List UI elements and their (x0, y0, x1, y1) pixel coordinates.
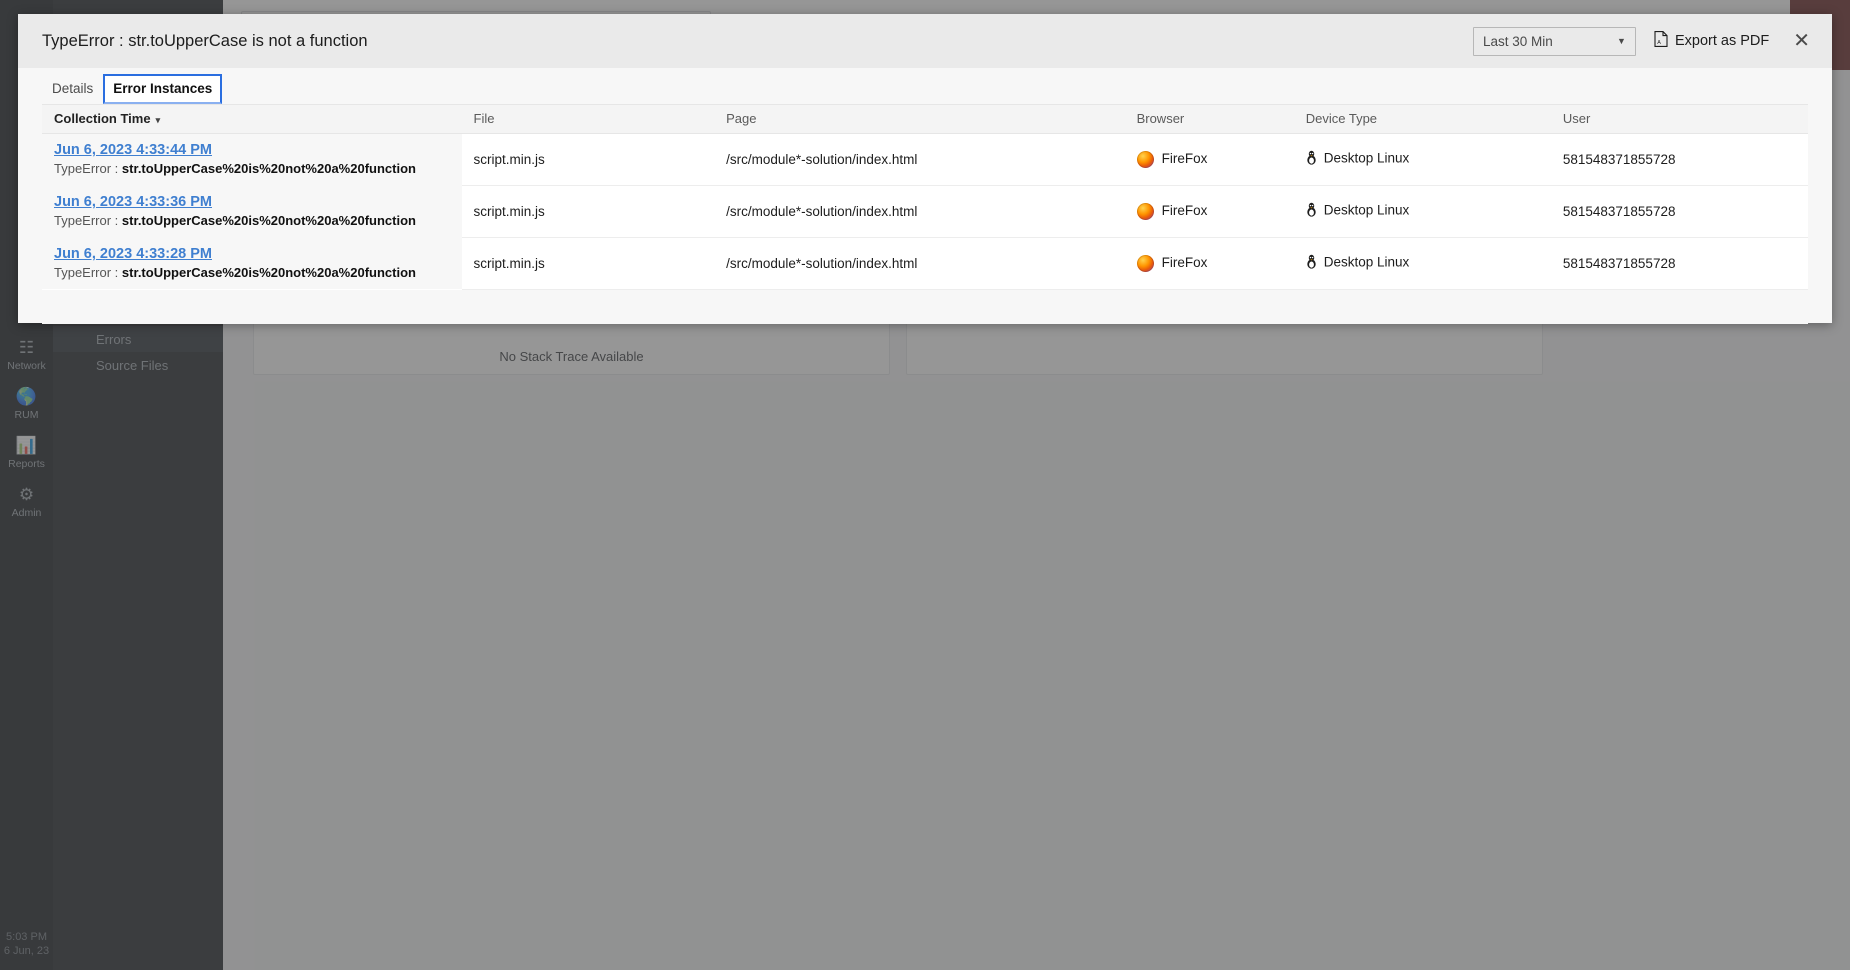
tab-error-instances[interactable]: Error Instances (103, 74, 222, 104)
column-header-browser[interactable]: Browser (1125, 105, 1294, 133)
modal-header-actions: Last 30 Min ▼ A Export as PDF ✕ (1473, 27, 1816, 56)
error-instances-table: Collection Time ▾ File Page Browser Devic… (42, 105, 1808, 290)
error-message: str.toUpperCase%20is%20not%20a%20functio… (122, 265, 416, 280)
browser-label: FireFox (1162, 151, 1208, 166)
cell-collection-time: Jun 6, 2023 4:33:28 PM TypeError : str.to… (42, 237, 462, 289)
table-header-row: Collection Time ▾ File Page Browser Devic… (42, 105, 1808, 133)
error-instance-timestamp-link[interactable]: Jun 6, 2023 4:33:28 PM (54, 246, 450, 262)
close-icon[interactable]: ✕ (1787, 29, 1816, 53)
cell-collection-time: Jun 6, 2023 4:33:44 PM TypeError : str.to… (42, 133, 462, 185)
cell-user: 581548371855728 (1551, 237, 1808, 289)
cell-user: 581548371855728 (1551, 133, 1808, 185)
column-label: Collection Time (54, 111, 151, 126)
table-row[interactable]: Jun 6, 2023 4:33:36 PM TypeError : str.to… (42, 185, 1808, 237)
firefox-icon (1137, 203, 1154, 220)
modal-body: Details Error Instances Collection Time ▾… (18, 68, 1832, 323)
cell-page: /src/module*-solution/index.html (714, 133, 1124, 185)
error-instance-timestamp-link[interactable]: Jun 6, 2023 4:33:44 PM (54, 142, 450, 158)
cell-user: 581548371855728 (1551, 185, 1808, 237)
pdf-file-icon: A (1654, 31, 1668, 51)
cell-device-type: Desktop Linux (1294, 133, 1551, 185)
error-instances-table-wrap: Collection Time ▾ File Page Browser Devic… (42, 104, 1808, 324)
column-header-user[interactable]: User (1551, 105, 1808, 133)
table-body: Jun 6, 2023 4:33:44 PM TypeError : str.to… (42, 133, 1808, 289)
modal-tabs: Details Error Instances (42, 68, 1808, 104)
error-message-line: TypeError : str.toUpperCase%20is%20not%2… (54, 213, 450, 228)
svg-text:A: A (1657, 40, 1661, 46)
cell-page: /src/module*-solution/index.html (714, 237, 1124, 289)
tab-details[interactable]: Details (42, 74, 103, 104)
column-header-device-type[interactable]: Device Type (1294, 105, 1551, 133)
linux-penguin-icon (1306, 150, 1317, 168)
error-message: str.toUpperCase%20is%20not%20a%20functio… (122, 161, 416, 176)
error-instance-timestamp-link[interactable]: Jun 6, 2023 4:33:36 PM (54, 194, 450, 210)
cell-file: script.min.js (462, 133, 715, 185)
firefox-icon (1137, 151, 1154, 168)
cell-browser: FireFox (1125, 133, 1294, 185)
column-header-file[interactable]: File (462, 105, 715, 133)
linux-penguin-icon (1306, 254, 1317, 272)
chevron-down-icon: ▾ (156, 115, 161, 125)
error-message: str.toUpperCase%20is%20not%20a%20functio… (122, 213, 416, 228)
cell-file: script.min.js (462, 237, 715, 289)
linux-penguin-icon (1306, 202, 1317, 220)
error-message-line: TypeError : str.toUpperCase%20is%20not%2… (54, 265, 450, 280)
cell-file: script.min.js (462, 185, 715, 237)
export-pdf-button[interactable]: A Export as PDF (1654, 31, 1769, 51)
cell-browser: FireFox (1125, 237, 1294, 289)
cell-collection-time: Jun 6, 2023 4:33:36 PM TypeError : str.to… (42, 185, 462, 237)
cell-browser: FireFox (1125, 185, 1294, 237)
error-detail-modal: TypeError : str.toUpperCase is not a fun… (18, 14, 1832, 323)
column-header-collection-time[interactable]: Collection Time ▾ (42, 105, 462, 133)
error-message-line: TypeError : str.toUpperCase%20is%20not%2… (54, 161, 450, 176)
page-title: TypeError : str.toUpperCase is not a fun… (42, 32, 368, 51)
table-header: Collection Time ▾ File Page Browser Devic… (42, 105, 1808, 133)
cell-device-type: Desktop Linux (1294, 185, 1551, 237)
table-row[interactable]: Jun 6, 2023 4:33:44 PM TypeError : str.to… (42, 133, 1808, 185)
table-footer (42, 290, 1808, 324)
error-prefix: TypeError : (54, 265, 122, 280)
browser-label: FireFox (1162, 255, 1208, 270)
device-type-label: Desktop Linux (1324, 151, 1410, 166)
column-header-page[interactable]: Page (714, 105, 1124, 133)
table-row[interactable]: Jun 6, 2023 4:33:28 PM TypeError : str.to… (42, 237, 1808, 289)
time-range-value: Last 30 Min (1483, 34, 1553, 49)
firefox-icon (1137, 255, 1154, 272)
device-type-label: Desktop Linux (1324, 255, 1410, 270)
export-pdf-label: Export as PDF (1675, 33, 1769, 49)
error-prefix: TypeError : (54, 213, 122, 228)
time-range-select[interactable]: Last 30 Min ▼ (1473, 27, 1636, 56)
browser-label: FireFox (1162, 203, 1208, 218)
chevron-down-icon: ▼ (1617, 36, 1626, 46)
device-type-label: Desktop Linux (1324, 203, 1410, 218)
cell-device-type: Desktop Linux (1294, 237, 1551, 289)
error-prefix: TypeError : (54, 161, 122, 176)
cell-page: /src/module*-solution/index.html (714, 185, 1124, 237)
modal-header: TypeError : str.toUpperCase is not a fun… (18, 14, 1832, 68)
